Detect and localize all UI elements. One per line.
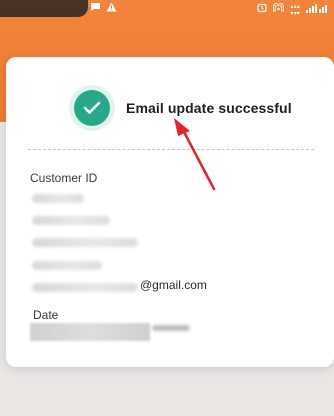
- status-bar-left: [90, 2, 117, 16]
- hotspot-icon: [272, 2, 285, 17]
- email-suffix: @gmail.com: [140, 278, 207, 292]
- signal-icon: [306, 3, 328, 17]
- message-icon: [90, 2, 101, 16]
- network-speed-icon: ▴▴▴ ▾▾▾: [290, 3, 300, 17]
- status-bar: ▴▴▴ ▾▾▾: [0, 0, 334, 22]
- success-dialog: Email update successful Customer ID @gma…: [6, 57, 334, 367]
- warning-icon: [106, 2, 117, 16]
- redacted-detail-line: [32, 261, 102, 270]
- divider: [28, 149, 314, 150]
- redacted-email-local-part: [32, 283, 138, 292]
- alarm-icon: [257, 3, 267, 17]
- check-circle-icon: [69, 85, 115, 131]
- success-header: Email update successful: [69, 85, 292, 131]
- customer-id-label: Customer ID: [30, 171, 98, 185]
- screen: ▴▴▴ ▾▾▾ Email update successful Customer…: [0, 0, 334, 416]
- redacted-customer-id: [32, 194, 84, 203]
- dialog-title: Email update successful: [126, 100, 292, 116]
- redacted-detail-line: [32, 238, 138, 247]
- redacted-detail-line: [32, 216, 110, 225]
- status-bar-right: ▴▴▴ ▾▾▾: [257, 2, 328, 17]
- redacted-date-tail: [152, 325, 190, 331]
- redacted-date-value: [30, 323, 150, 341]
- date-label: Date: [33, 308, 59, 322]
